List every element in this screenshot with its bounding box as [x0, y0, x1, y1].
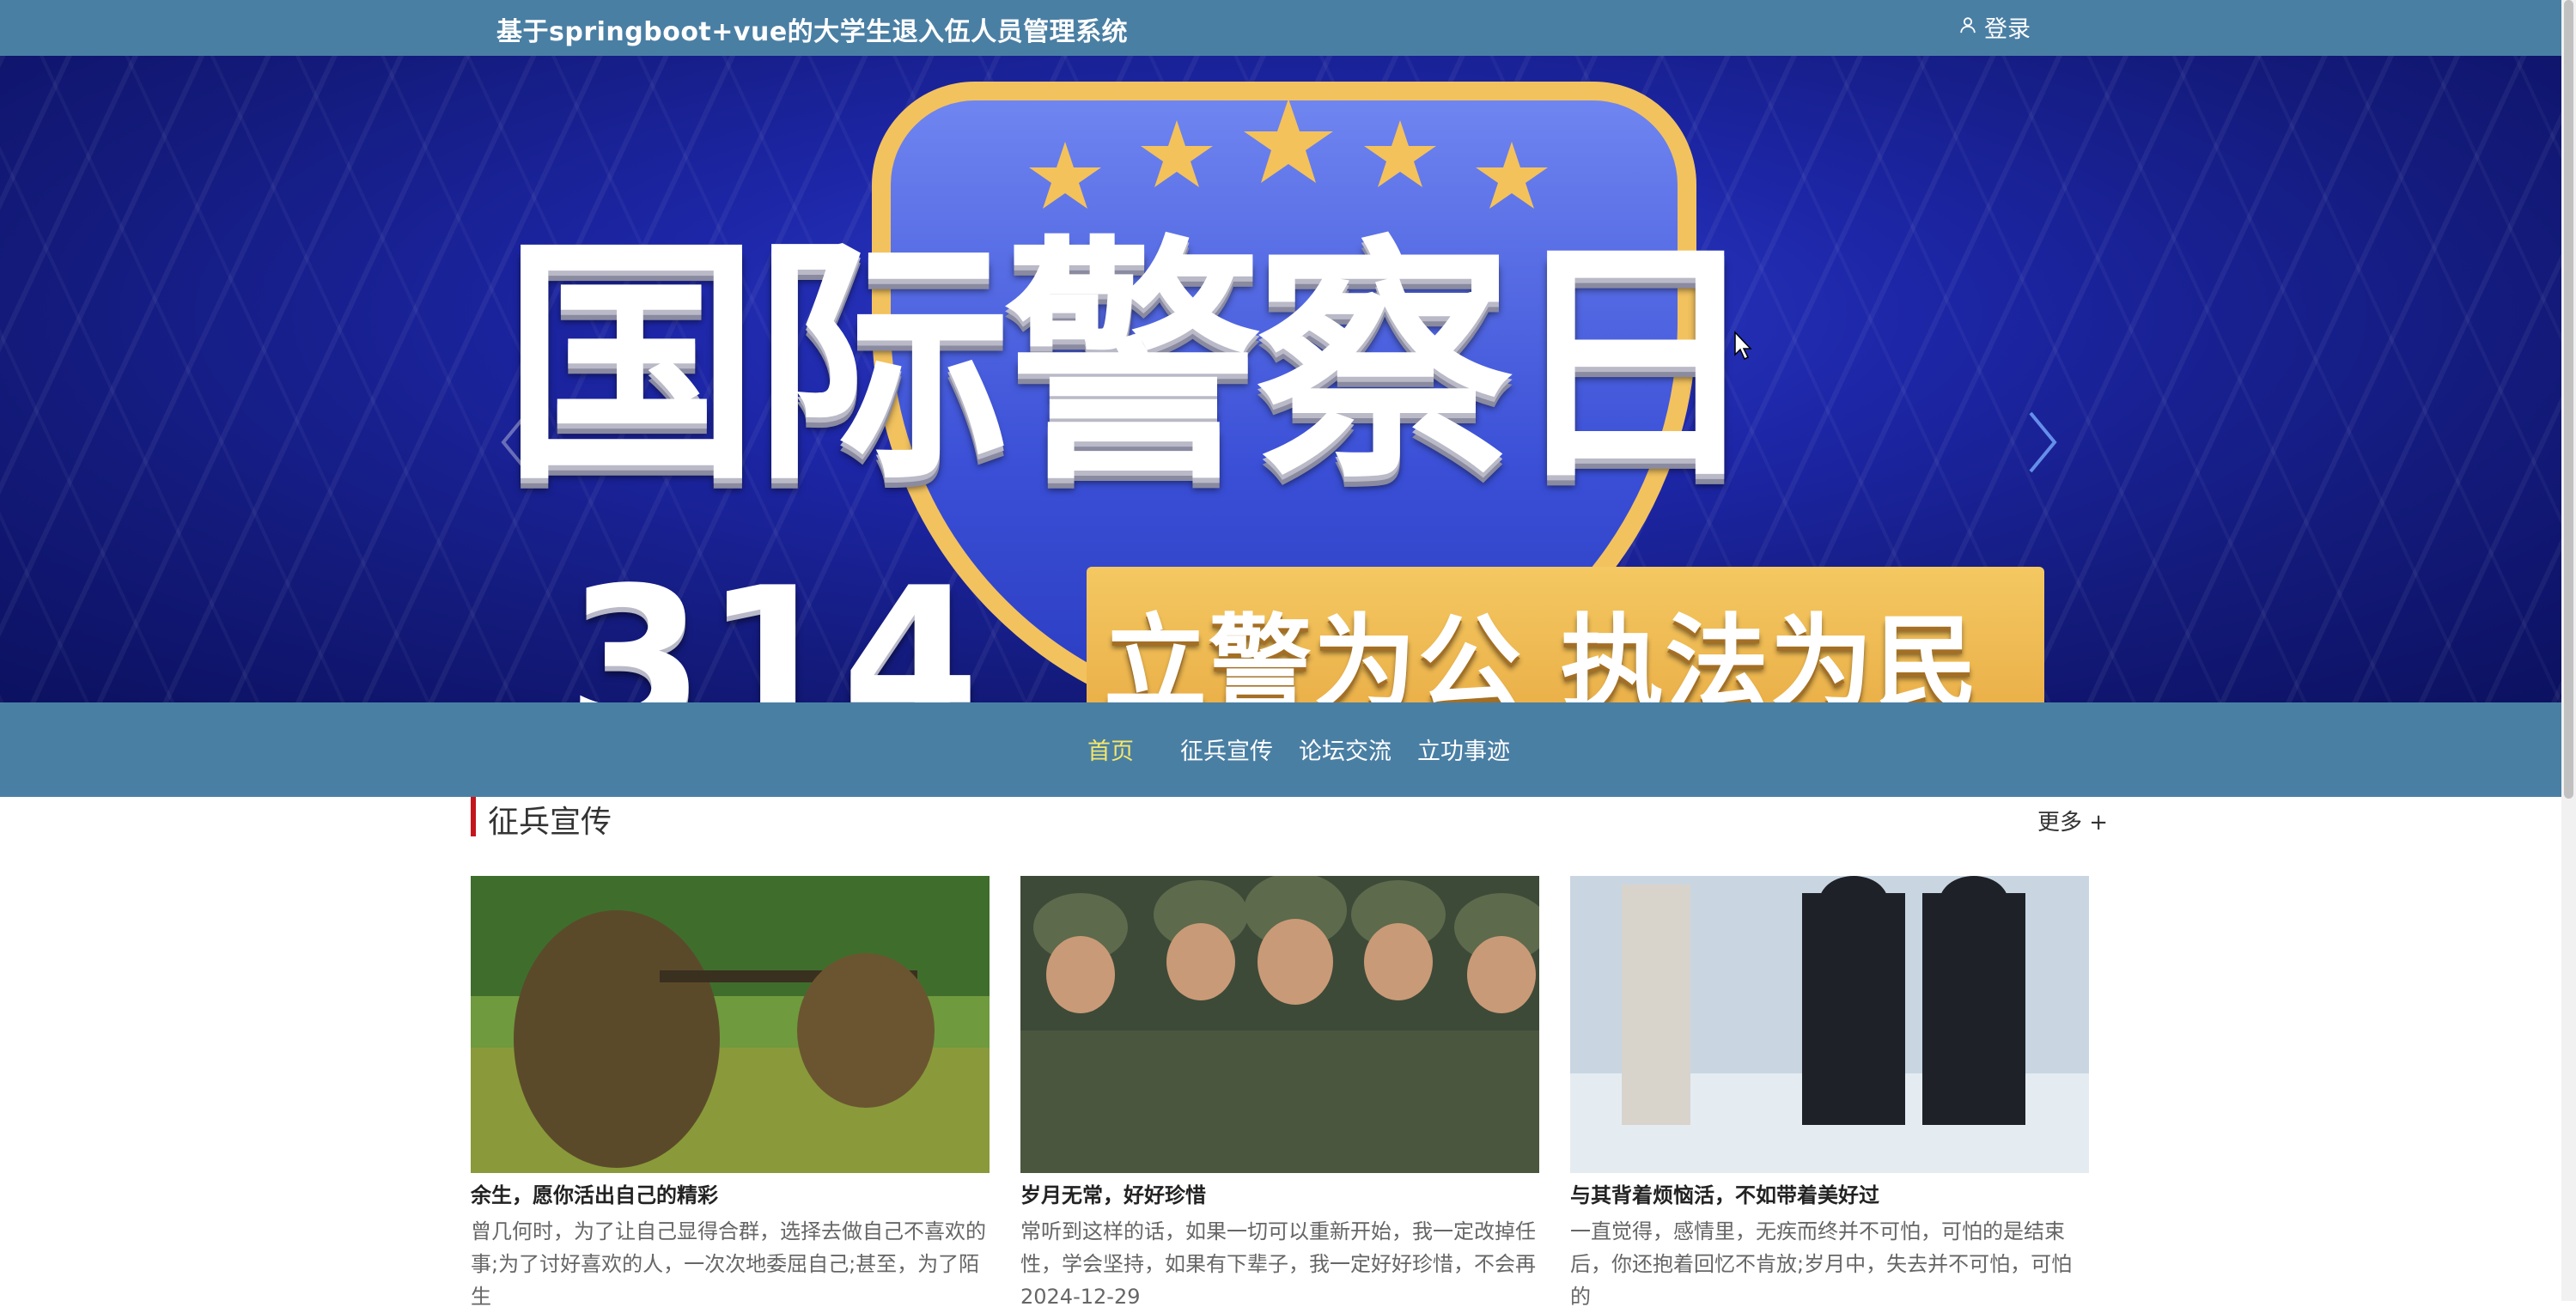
page-scrollbar[interactable] [2561, 0, 2576, 1301]
card-title[interactable]: 岁月无常，好好珍惜 [1020, 1178, 1206, 1208]
card-title[interactable]: 与其背着烦恼活，不如带着美好过 [1570, 1178, 1879, 1208]
card-description: 一直觉得，感情里，无疾而终并不可怕，可怕的是结束后，你还抱着回忆不肯放;岁月中，… [1570, 1215, 2089, 1313]
banner-carousel[interactable]: 国际警察日 314 立警为公 执法为民 [0, 56, 2561, 702]
more-link[interactable]: 更多 + [2037, 805, 2108, 836]
news-card[interactable] [1570, 876, 2089, 1173]
nav-item-merits[interactable]: 立功事迹 [1417, 732, 1510, 766]
card-description: 曾几何时，为了让自己显得合群，选择去做自己不喜欢的事;为了讨好喜欢的人，一次次地… [471, 1215, 990, 1313]
news-card[interactable] [471, 876, 990, 1173]
section-title: 征兵宣传 [488, 805, 612, 840]
top-header: 基于springboot+vue的大学生退入伍人员管理系统 登录 [0, 0, 2561, 56]
nav-menu: 首页 征兵宣传 论坛交流 立功事迹 [1087, 732, 1510, 766]
carousel-next-button[interactable] [2025, 408, 2060, 477]
card-description-text: 一直觉得，感情里，无疾而终并不可怕，可怕的是结束后，你还抱着回忆不肯放;岁月中，… [1570, 1219, 2073, 1309]
chevron-right-icon [2029, 411, 2057, 473]
card-description-text: 常听到这样的话，如果一切可以重新开始，我一定改掉任性，学会坚持，如果有下辈子，我… [1020, 1219, 1536, 1276]
chevron-left-icon [501, 411, 529, 473]
nav-item-forum[interactable]: 论坛交流 [1299, 732, 1392, 766]
user-icon [1958, 14, 1977, 40]
news-card[interactable] [1020, 876, 1539, 1173]
banner-headline: 国际警察日 [502, 215, 1763, 514]
banner-number: 314 [567, 546, 980, 703]
site-title: 基于springboot+vue的大学生退入伍人员管理系统 [496, 17, 1129, 47]
nav-item-recruitment[interactable]: 征兵宣传 [1180, 732, 1273, 766]
card-description: 常听到这样的话，如果一切可以重新开始，我一定改掉任性，学会坚持，如果有下辈子，我… [1020, 1215, 1539, 1313]
login-button[interactable]: 登录 [1958, 11, 2031, 43]
carousel-prev-button[interactable] [498, 408, 533, 477]
card-title[interactable]: 余生，愿你活出自己的精彩 [471, 1178, 718, 1208]
card-image-soldiers[interactable] [1020, 876, 1539, 1173]
card-image-border-guards[interactable] [1570, 876, 2089, 1173]
banner-slogan: 立警为公 执法为民 [1104, 605, 1980, 702]
card-description-text: 曾几何时，为了让自己显得合群，选择去做自己不喜欢的事;为了讨好喜欢的人，一次次地… [471, 1219, 986, 1309]
scrollbar-thumb[interactable] [2564, 0, 2573, 799]
card-date: 2024-12-29 [1020, 1285, 1141, 1309]
card-image-sniper[interactable] [471, 876, 990, 1173]
nav-item-home[interactable]: 首页 [1087, 732, 1134, 766]
login-label: 登录 [1984, 15, 2031, 43]
mouse-cursor-icon [1734, 331, 1752, 361]
section-accent-bar [471, 797, 476, 836]
stars-graphic [1029, 99, 1548, 209]
